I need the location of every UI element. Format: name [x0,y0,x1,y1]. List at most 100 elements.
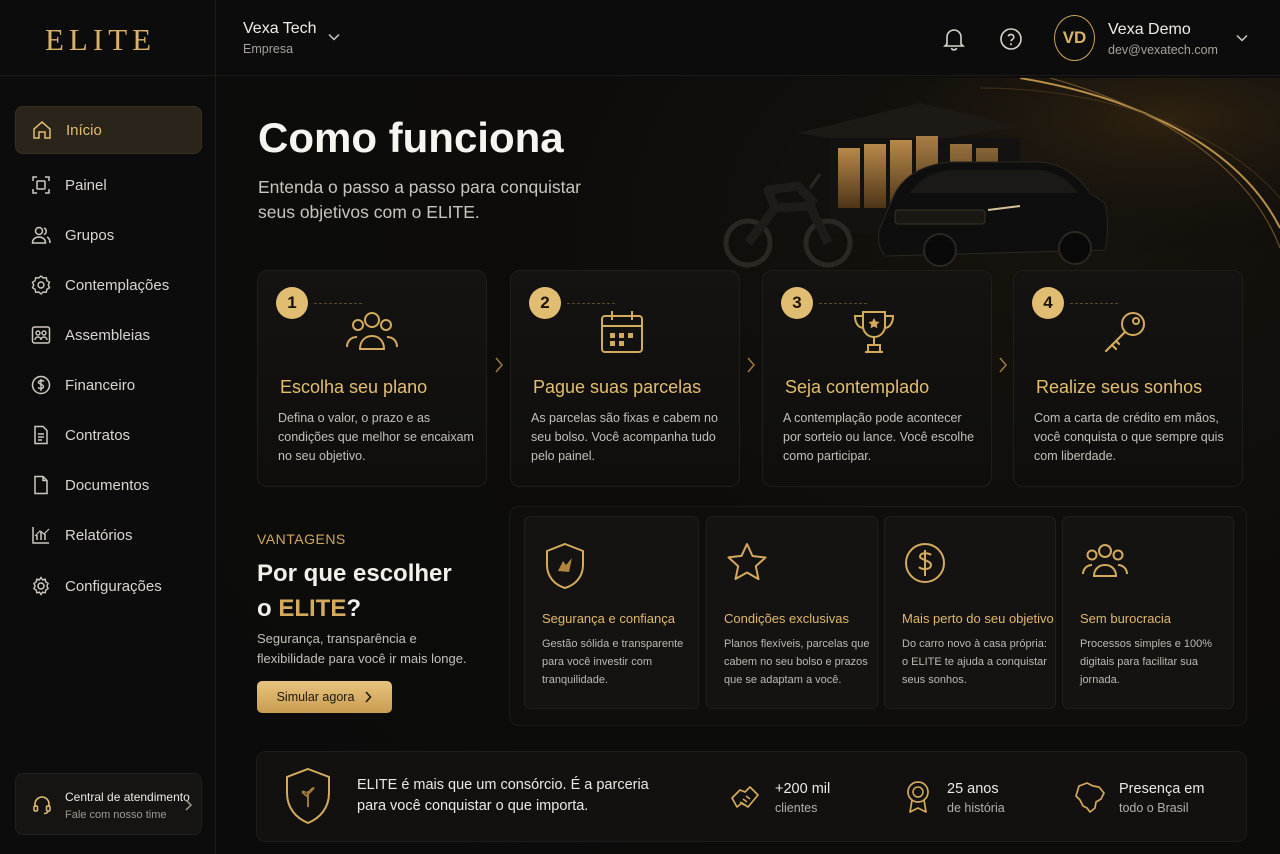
sidebar-item-label: Contemplações [65,276,170,294]
step-divider [819,303,867,304]
company-name: Vexa Tech [243,20,317,37]
elite-logo[interactable]: ELITE [45,22,156,58]
user-menu[interactable]: Vexa Demo dev@vexatech.com [1108,21,1218,57]
chevron-right-icon [747,357,755,373]
gear-icon [33,576,49,596]
sidebar-item-label: Painel [65,176,107,194]
stat-clients-label: clientes [775,801,818,815]
sidebar-item-label: Relatórios [65,526,133,544]
sidebar-item-label: Financeiro [65,376,136,394]
sidebar-item-grupos[interactable]: Grupos [15,211,202,259]
sidebar-item-assembleias[interactable]: Assembleias [15,311,202,359]
user-email: dev@vexatech.com [1108,43,1218,57]
stat-years-label: de história [947,801,1005,815]
chevron-right-icon [185,799,193,811]
sidebar-item-configuracoes[interactable]: Configurações [15,562,202,610]
headset-icon [33,796,51,815]
support-subtitle: Fale com nosso time [65,809,167,821]
step-title: Realize seus sonhos [1036,377,1203,397]
banner-text: ELITE é mais que um consórcio. É a parce… [357,777,649,814]
key-icon [1104,312,1145,353]
chevron-down-icon[interactable] [327,30,341,44]
advantages-title-brand: ELITE [278,595,347,622]
bell-icon[interactable] [943,27,965,51]
report-icon [32,527,50,544]
assembly-icon [31,326,51,344]
advantage-title: Mais perto do seu objetivo [902,611,1054,626]
step-title: Pague suas parcelas [533,377,702,397]
home-icon [33,121,51,139]
simulate-button[interactable]: Simular agora [257,681,392,713]
page-subtitle: Entenda o passo a passo para conquistar … [258,177,581,222]
dollar-coin-icon [905,543,945,583]
step-title: Escolha seu plano [280,377,428,397]
advantage-text: Do carro novo à casa própria: o ELITE te… [902,638,1047,686]
sidebar-item-label: Configurações [65,577,162,595]
sidebar-item-documentos[interactable]: Documentos [15,461,202,509]
calendar-icon [601,311,643,353]
people-icon [346,312,398,350]
contract-icon [34,425,48,445]
advantage-card-3: Mais perto do seu objetivo Do carro novo… [884,516,1056,709]
shield-icon [546,542,584,590]
step-number: 3 [781,287,813,319]
avatar[interactable]: VD [1054,15,1095,61]
advantages-title-q: ? [346,595,362,622]
stat-years: 25 anos [947,781,999,797]
sidebar-item-inicio[interactable]: Início [15,106,202,154]
company-selector[interactable]: Vexa Tech Empresa [243,20,317,56]
stat-clients: +200 mil [775,781,831,797]
badge-icon [31,275,51,295]
advantage-card-1: Segurança e confiança Gestão sólida e tr… [524,516,699,709]
step-card-1: 1 Escolha seu plano Defina o valor, o pr… [257,270,487,487]
advantage-card-4: Sem burocracia Processos simples e 100% … [1062,516,1234,709]
medal-icon [907,781,929,813]
step-text: As parcelas são fixas e cabem no seu bol… [531,411,718,463]
advantages-title-line1: Por que escolher [257,560,452,587]
sidebar-item-painel[interactable]: Painel [15,161,202,209]
sidebar-item-label: Grupos [65,226,115,244]
star-icon [727,543,767,581]
chevron-right-icon [495,357,503,373]
step-card-3: 3 Seja contemplado A contemplação pode a… [762,270,992,487]
shield-icon [286,767,330,825]
step-text: Com a carta de crédito em mãos, você con… [1034,411,1224,463]
sidebar-item-relatorios[interactable]: Relatórios [15,511,202,559]
step-card-4: 4 Realize seus sonhos Com a carta de cré… [1013,270,1243,487]
handshake-icon [731,786,759,808]
step-text: A contemplação pode acontecer por sortei… [783,411,975,463]
advantages-title-o: o [257,595,279,622]
chevron-down-icon[interactable] [1235,31,1249,45]
step-title: Seja contemplado [785,377,930,397]
chevron-right-icon [999,357,1007,373]
sidebar-item-label: Documentos [65,476,150,494]
advantage-title: Condições exclusivas [724,611,850,626]
step-number: 1 [276,287,308,319]
support-title: Central de atendimento [65,790,190,804]
step-number: 2 [529,287,561,319]
advantages-subtitle: Segurança, transparência e flexibilidade… [257,631,467,666]
top-bar: ELITE Vexa Tech Empresa VD Vexa Demo dev… [0,0,1280,76]
stat-presence: Presença em [1119,781,1205,797]
sidebar-item-contratos[interactable]: Contratos [15,411,202,459]
sidebar-item-label: Início [66,121,102,139]
brazil-map-icon [1075,782,1105,813]
stat-presence-label: todo o Brasil [1119,801,1189,815]
advantage-text: Gestão sólida e transparente para você i… [542,638,684,686]
step-text: Defina o valor, o prazo e as condições q… [278,411,474,463]
advantage-text: Processos simples e 100% digitais para f… [1080,638,1213,686]
sidebar-item-contemplacoes[interactable]: Contemplações [15,261,202,309]
user-name: Vexa Demo [1108,21,1191,38]
sidebar-item-financeiro[interactable]: Financeiro [15,361,202,409]
help-icon[interactable] [999,27,1023,51]
advantage-card-2: Condições exclusivas Planos flexíveis, p… [706,516,878,709]
simulate-label: Simular agora [276,690,355,704]
advantage-title: Segurança e confiança [542,611,675,626]
advantages-kicker: VANTAGENS [257,531,346,547]
step-divider [314,303,362,304]
support-center-button[interactable]: Central de atendimento Fale com nosso ti… [15,773,202,835]
chevron-right-icon [365,691,372,703]
company-type: Empresa [243,42,294,56]
step-card-2: 2 Pague suas parcelas As parcelas são fi… [510,270,740,487]
advantages-title: Por que escolher o ELITE? [257,556,477,626]
